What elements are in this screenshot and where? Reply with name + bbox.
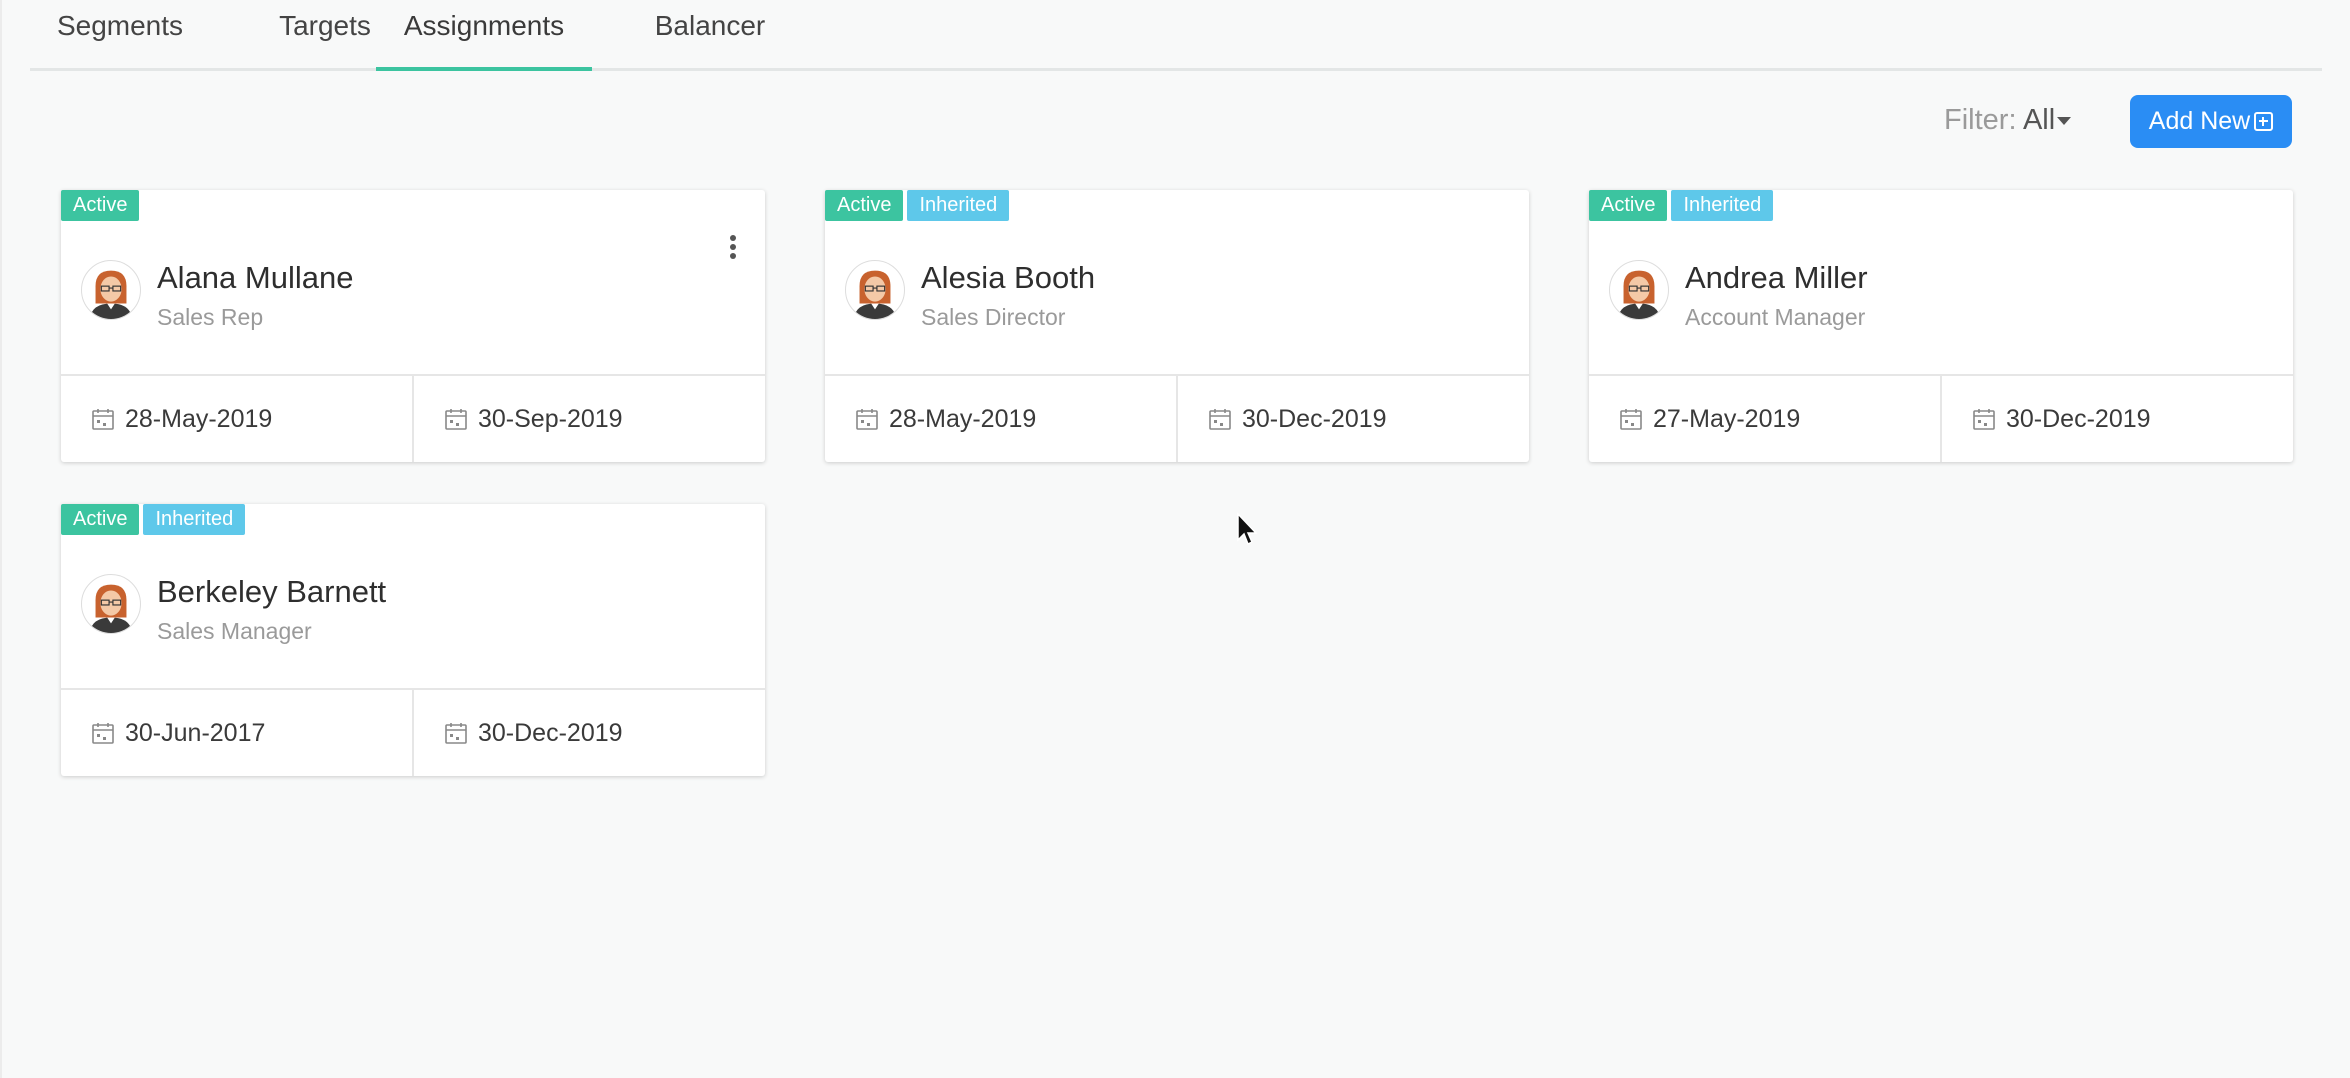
person-name: Andrea Miller [1685,260,1868,295]
calendar-icon [1620,409,1642,430]
end-date-text: 30-Dec-2019 [1242,404,1387,433]
person-name: Alesia Booth [921,260,1096,295]
person-name: Alana Mullane [157,260,354,295]
date-range: 27-May-2019 30-Dec-2019 [1589,374,2293,462]
end-date: 30-Dec-2019 [412,690,765,776]
start-date-text: 28-May-2019 [125,404,273,433]
avatar-icon [81,260,141,320]
calendar-icon [445,409,467,430]
assignment-card[interactable]: Active Inherited Andrea Miller Account M… [1589,190,2293,462]
badge-group: Active Inherited [61,504,246,535]
start-date: 30-Jun-2017 [61,690,412,776]
calendar-icon [1973,409,1995,430]
start-date: 28-May-2019 [825,376,1176,462]
status-badge: Active [61,504,140,535]
person-role: Sales Manager [157,618,312,644]
calendar-icon [92,409,114,430]
caret-down-icon [2057,117,2072,126]
assignment-card[interactable]: Active Alana Mullane Sales Rep 28-May-20… [61,190,765,462]
status-badge: Active [825,190,904,221]
end-date: 30-Sep-2019 [412,376,765,462]
end-date: 30-Dec-2019 [1176,376,1529,462]
avatar-icon [845,260,905,320]
date-range: 28-May-2019 30-Sep-2019 [61,374,765,462]
end-date-text: 30-Sep-2019 [478,404,623,433]
inherited-badge: Inherited [143,504,246,535]
end-date: 30-Dec-2019 [1940,376,2293,462]
filter-label: Filter: [1944,104,2017,136]
filter-control: Filter: All [1944,100,2072,140]
left-border [0,0,2,1078]
start-date-text: 27-May-2019 [1653,404,1801,433]
tab-balancer[interactable]: Balancer [610,0,810,68]
person-role: Account Manager [1685,304,1866,330]
badge-group: Active Inherited [825,190,1010,221]
person-name: Berkeley Barnett [157,574,387,609]
tab-segments[interactable]: Segments [30,0,210,68]
calendar-icon [856,409,878,430]
status-badge: Active [1589,190,1668,221]
inherited-badge: Inherited [907,190,1010,221]
end-date-text: 30-Dec-2019 [478,718,623,747]
date-range: 30-Jun-2017 30-Dec-2019 [61,688,765,776]
start-date: 27-May-2019 [1589,376,1940,462]
end-date-text: 30-Dec-2019 [2006,404,2151,433]
mouse-cursor-icon [1237,512,1258,546]
filter-value: All [2022,104,2056,136]
avatar-icon [1609,260,1669,320]
badge-group: Active Inherited [1589,190,1774,221]
person-role: Sales Director [921,304,1066,330]
start-date-text: 28-May-2019 [889,404,1037,433]
start-date: 28-May-2019 [61,376,412,462]
tab-assignments[interactable]: Assignments [376,0,592,71]
calendar-icon [92,723,114,744]
tab-bar: Segments Targets Assignments Balancer [30,0,2322,71]
calendar-icon [445,723,467,744]
badge-group: Active [61,190,140,221]
calendar-icon [1209,409,1231,430]
add-new-label: Add New [2148,107,2251,135]
assignment-card[interactable]: Active Inherited Berkeley Barnett Sales … [61,504,765,776]
assignment-card[interactable]: Active Inherited Alesia Booth Sales Dire… [825,190,1529,462]
status-badge: Active [61,190,140,221]
add-new-button[interactable]: Add New [2130,95,2292,148]
start-date-text: 30-Jun-2017 [125,718,266,747]
plus-square-icon [2254,112,2274,131]
inherited-badge: Inherited [1671,190,1774,221]
avatar-icon [81,574,141,634]
kebab-menu-icon[interactable] [723,232,743,266]
person-role: Sales Rep [157,304,264,330]
date-range: 28-May-2019 30-Dec-2019 [825,374,1529,462]
filter-dropdown[interactable]: All [2022,104,2072,136]
